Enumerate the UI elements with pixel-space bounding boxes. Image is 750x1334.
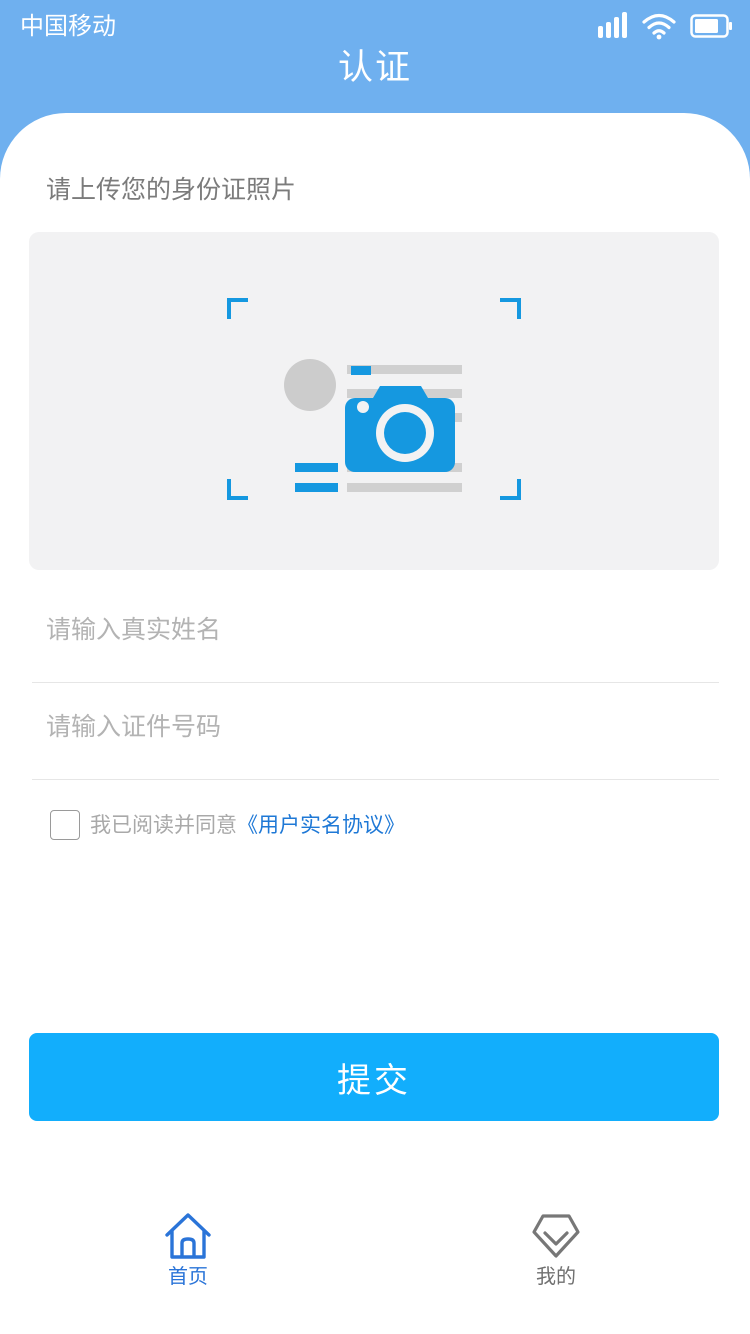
user-agreement-link[interactable]: 《用户实名协议》 [237, 810, 405, 840]
home-icon [165, 1213, 211, 1259]
carrier-name: 中国移动 [20, 12, 116, 40]
wifi-icon [642, 13, 676, 40]
real-name-input[interactable] [46, 607, 706, 651]
verification-screen: 中国移动 认证 请上传您的身份证照片 请输入真实姓名 请输入证件号码 我已阅读并… [0, 0, 750, 1334]
submit-button[interactable]: 提交 [29, 1033, 719, 1121]
tab-home-label: 首页 [168, 1264, 208, 1288]
status-icons [598, 10, 732, 42]
page-title: 认证 [337, 48, 412, 88]
agreement-checkbox[interactable] [50, 810, 80, 840]
agreement-row: 我已阅读并同意 《用户实名协议》 [50, 809, 405, 841]
id-number-field [32, 684, 719, 780]
agreement-text: 我已阅读并同意 [90, 813, 237, 837]
cellular-signal-icon [598, 12, 627, 38]
diamond-check-icon [532, 1214, 580, 1258]
id-card-camera-icon [227, 298, 521, 500]
id-photo-upload-area[interactable] [29, 232, 719, 570]
id-number-input[interactable] [46, 704, 706, 748]
tab-mine-label: 我的 [536, 1264, 576, 1288]
tab-mine[interactable]: 我的 [486, 1200, 626, 1310]
tab-home[interactable]: 首页 [118, 1200, 258, 1310]
battery-icon [690, 14, 732, 38]
bottom-tab-bar: 首页 我的 [0, 1200, 750, 1334]
real-name-field [32, 587, 719, 683]
upload-section-title: 请上传您的身份证照片 [46, 175, 297, 204]
